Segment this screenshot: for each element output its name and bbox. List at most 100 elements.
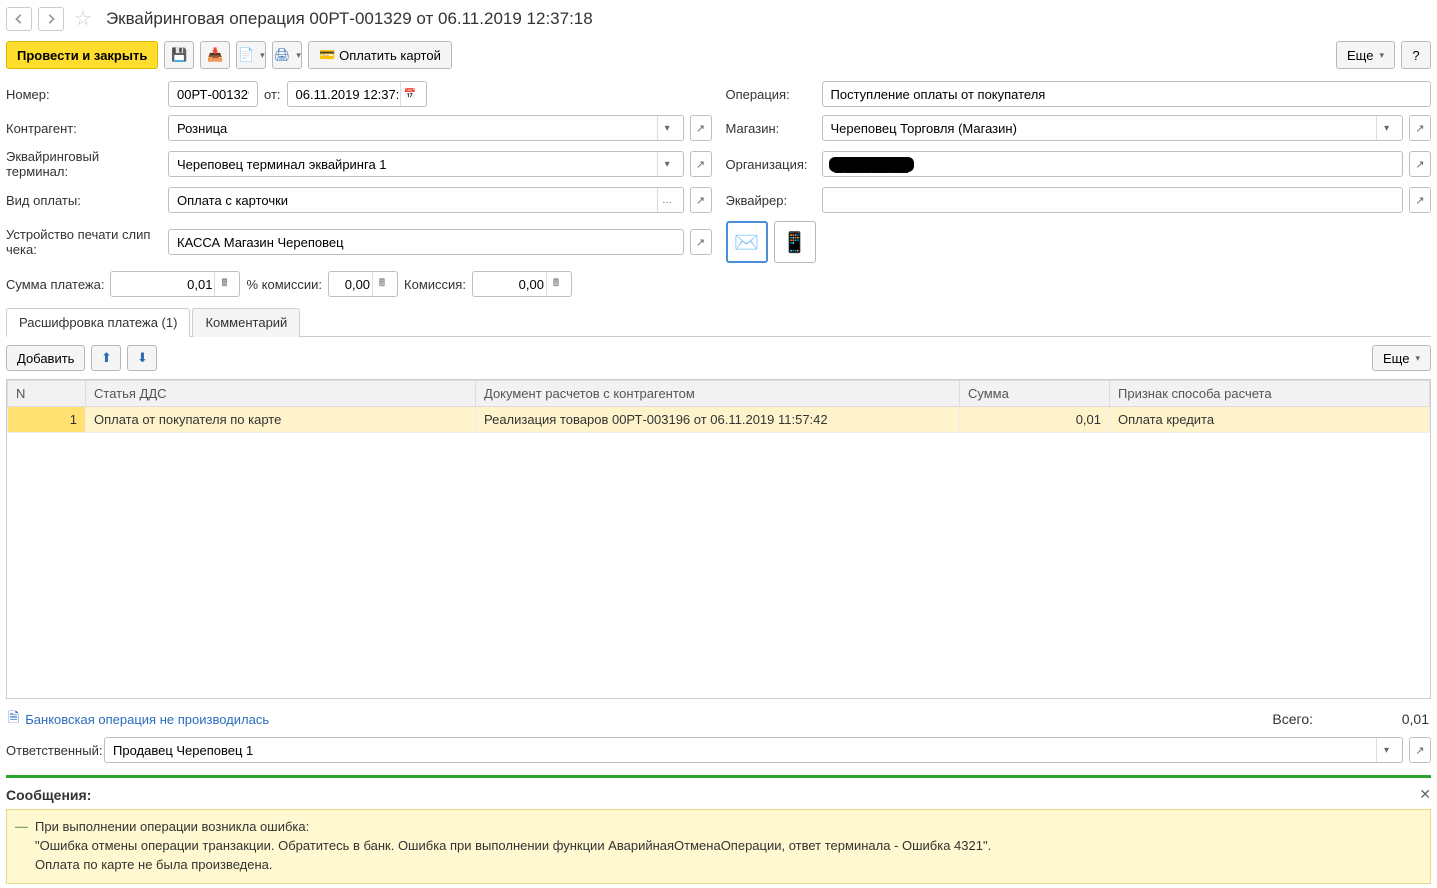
open-icon[interactable]: ↗ bbox=[1409, 151, 1431, 177]
label-store: Магазин: bbox=[726, 121, 816, 136]
dropdown-icon[interactable]: ▾ bbox=[657, 116, 677, 140]
pay-card-label: Оплатить картой bbox=[339, 48, 441, 63]
commission-pct-field[interactable]: 🖩 bbox=[328, 271, 398, 297]
calc-icon[interactable]: 🖩 bbox=[214, 272, 233, 296]
col-header-method[interactable]: Признак способа расчета bbox=[1110, 381, 1430, 407]
save-button[interactable]: 💾 bbox=[164, 41, 194, 69]
label-from: от: bbox=[264, 87, 281, 102]
total-label: Всего: bbox=[1272, 711, 1313, 727]
terminal-field[interactable]: ▾ bbox=[168, 151, 684, 177]
date-field[interactable]: 📅 bbox=[287, 81, 427, 107]
payment-grid[interactable]: N Статья ДДС Документ расчетов с контраг… bbox=[6, 379, 1431, 699]
move-down-button[interactable]: ⬇ bbox=[127, 345, 157, 371]
bank-op-status-link[interactable]: Банковская операция не производилась bbox=[25, 712, 269, 727]
open-icon[interactable]: ↗ bbox=[1409, 187, 1431, 213]
col-header-article[interactable]: Статья ДДС bbox=[86, 381, 476, 407]
open-icon[interactable]: ↗ bbox=[690, 229, 712, 255]
messages-title: Сообщения: bbox=[6, 787, 91, 803]
post-and-close-button[interactable]: Провести и закрыть bbox=[6, 41, 158, 69]
acquirer-field[interactable] bbox=[822, 187, 1404, 213]
tab-comment[interactable]: Комментарий bbox=[192, 308, 300, 337]
label-responsible: Ответственный: bbox=[6, 743, 98, 758]
col-header-sum[interactable]: Сумма bbox=[960, 381, 1110, 407]
label-contragent: Контрагент: bbox=[6, 121, 162, 136]
commission-field[interactable]: 🖩 bbox=[472, 271, 572, 297]
open-icon[interactable]: ↗ bbox=[1409, 115, 1431, 141]
ellipsis-icon[interactable]: … bbox=[657, 188, 677, 212]
collapse-icon[interactable]: — bbox=[15, 818, 28, 837]
separator bbox=[6, 775, 1431, 778]
add-row-button[interactable]: Добавить bbox=[6, 345, 85, 371]
print-button[interactable]: 🖨 bbox=[272, 41, 302, 69]
post-icon: 📥 bbox=[207, 47, 223, 63]
label-operation: Операция: bbox=[726, 87, 816, 102]
calc-icon[interactable]: 🖩 bbox=[546, 272, 565, 296]
print-icon: 🖨 bbox=[274, 47, 291, 63]
nav-forward-button[interactable] bbox=[38, 7, 64, 31]
favorite-star-icon[interactable]: ☆ bbox=[74, 6, 92, 31]
col-header-doc[interactable]: Документ расчетов с контрагентом bbox=[476, 381, 960, 407]
contragent-field[interactable]: ▾ bbox=[168, 115, 684, 141]
label-sum: Сумма платежа: bbox=[6, 277, 104, 292]
cell-method: Оплата кредита bbox=[1110, 407, 1430, 433]
table-row[interactable]: 1 Оплата от покупателя по карте Реализац… bbox=[8, 407, 1430, 433]
operation-field[interactable] bbox=[822, 81, 1432, 107]
org-field[interactable]: ████████ bbox=[822, 151, 1404, 177]
label-number: Номер: bbox=[6, 87, 162, 102]
open-icon[interactable]: ↗ bbox=[690, 115, 712, 141]
messages-close-icon[interactable]: ✕ bbox=[1419, 786, 1431, 803]
error-message-box: — При выполнении операции возникла ошибк… bbox=[6, 809, 1431, 884]
dropdown-icon[interactable]: ▾ bbox=[657, 152, 677, 176]
org-value-redacted: ████████ bbox=[829, 157, 915, 172]
store-field[interactable]: ▾ bbox=[822, 115, 1404, 141]
calc-icon[interactable]: 🖩 bbox=[372, 272, 391, 296]
nav-back-button[interactable] bbox=[6, 7, 32, 31]
mobile-button[interactable]: 📱 bbox=[774, 221, 816, 263]
open-icon[interactable]: ↗ bbox=[690, 151, 712, 177]
pay-by-card-button[interactable]: 💳 Оплатить картой bbox=[308, 41, 452, 69]
open-icon[interactable]: ↗ bbox=[690, 187, 712, 213]
responsible-field[interactable]: ▾ bbox=[104, 737, 1403, 763]
arrow-up-icon: ⬆ bbox=[101, 350, 112, 366]
label-acquirer: Эквайрер: bbox=[726, 193, 816, 208]
open-icon[interactable]: ↗ bbox=[1409, 737, 1431, 763]
msg-line-3: Оплата по карте не была произведена. bbox=[35, 856, 1420, 875]
paytype-field[interactable]: … bbox=[168, 187, 684, 213]
cell-article: Оплата от покупателя по карте bbox=[86, 407, 476, 433]
dropdown-icon[interactable]: ▾ bbox=[1376, 116, 1396, 140]
label-org: Организация: bbox=[726, 157, 816, 172]
info-icon: 🗎 bbox=[8, 707, 19, 731]
email-icon: ✉️ bbox=[734, 230, 759, 255]
msg-line-2: "Ошибка отмены операции транзакции. Обра… bbox=[35, 837, 1420, 856]
col-header-n[interactable]: N bbox=[8, 381, 86, 407]
arrow-down-icon: ⬇ bbox=[137, 350, 148, 366]
label-commission: Комиссия: bbox=[404, 277, 466, 292]
dropdown-icon[interactable]: ▾ bbox=[1376, 738, 1396, 762]
msg-line-1: При выполнении операции возникла ошибка: bbox=[35, 818, 1420, 837]
label-commission-pct: % комиссии: bbox=[246, 277, 322, 292]
email-button[interactable]: ✉️ bbox=[726, 221, 768, 263]
create-based-on-button[interactable]: 📄 bbox=[236, 41, 266, 69]
help-button[interactable]: ? bbox=[1401, 41, 1431, 69]
cell-doc: Реализация товаров 00РТ-003196 от 06.11.… bbox=[476, 407, 960, 433]
cell-sum: 0,01 bbox=[960, 407, 1110, 433]
doc-icon: 📄 bbox=[238, 47, 254, 63]
slip-device-field[interactable] bbox=[168, 229, 684, 255]
tab-details[interactable]: Расшифровка платежа (1) bbox=[6, 308, 190, 337]
label-paytype: Вид оплаты: bbox=[6, 193, 162, 208]
cell-n: 1 bbox=[8, 407, 86, 433]
sum-field[interactable]: 🖩 bbox=[110, 271, 240, 297]
label-slip: Устройство печати слип чека: bbox=[6, 227, 162, 257]
more-button[interactable]: Еще bbox=[1336, 41, 1395, 69]
mobile-icon: 📱 bbox=[782, 230, 807, 255]
move-up-button[interactable]: ⬆ bbox=[91, 345, 121, 371]
post-button[interactable]: 📥 bbox=[200, 41, 230, 69]
page-title: Эквайринговая операция 00РТ-001329 от 06… bbox=[106, 9, 593, 29]
calendar-icon[interactable]: 📅 bbox=[400, 82, 420, 106]
save-icon: 💾 bbox=[171, 47, 187, 63]
number-field[interactable] bbox=[168, 81, 258, 107]
card-icon: 💳 bbox=[319, 47, 335, 63]
total-value: 0,01 bbox=[1319, 711, 1429, 727]
table-more-button[interactable]: Еще bbox=[1372, 345, 1431, 371]
label-terminal: Эквайринговый терминал: bbox=[6, 149, 162, 179]
